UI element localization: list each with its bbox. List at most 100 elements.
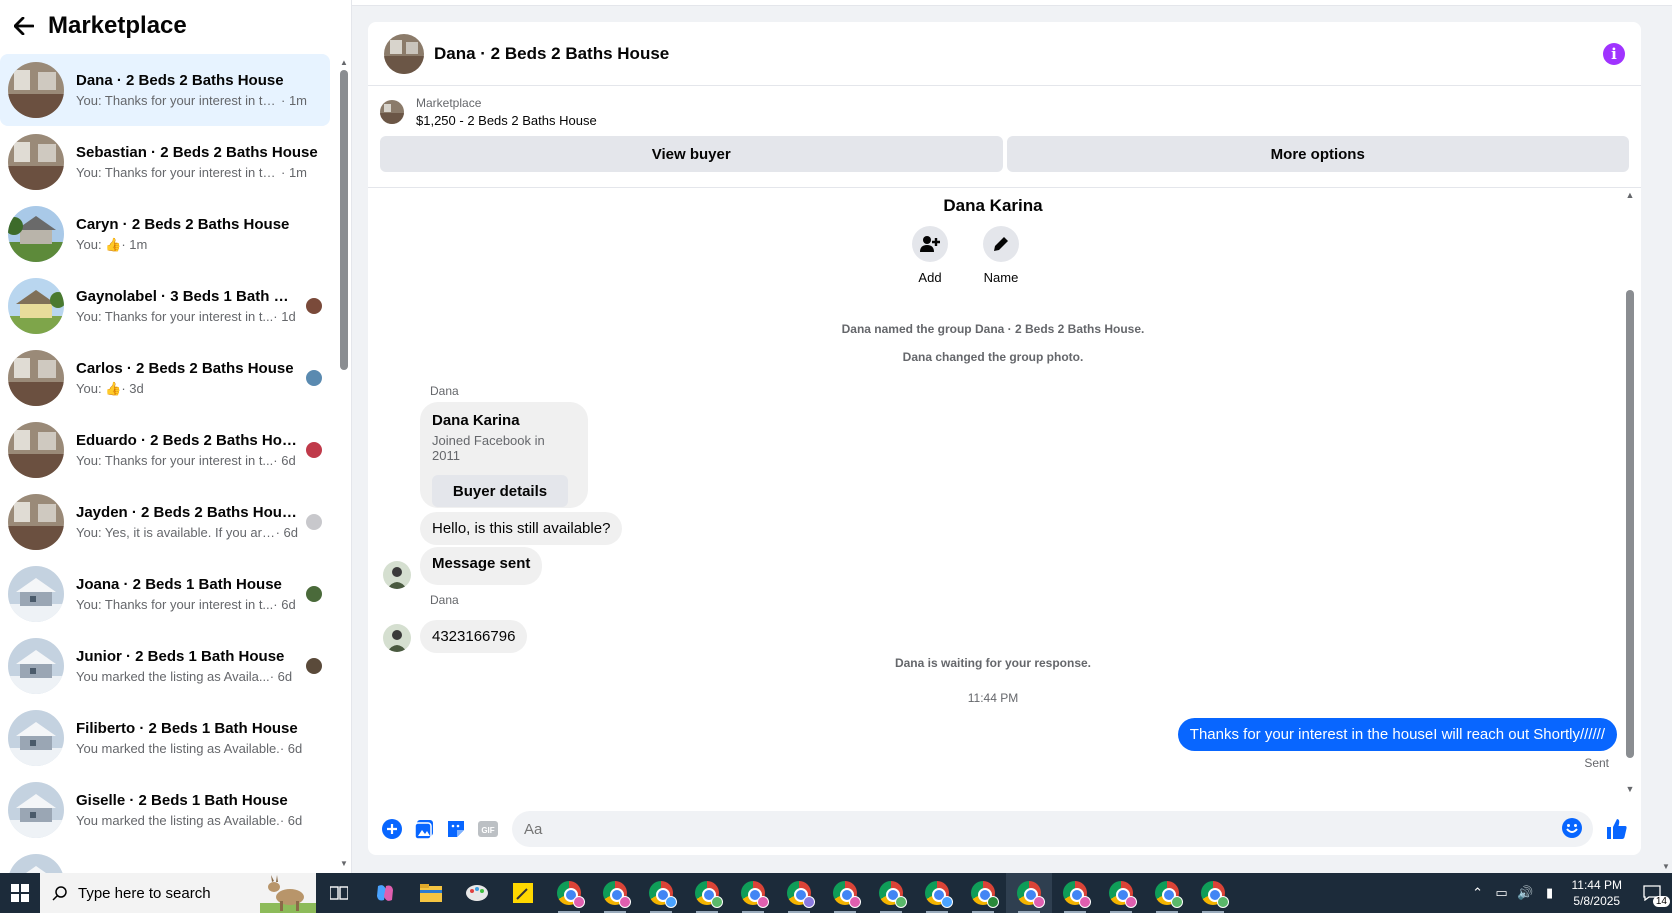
paint-icon[interactable] [454, 873, 500, 913]
listing-thumbnail[interactable] [380, 100, 404, 124]
info-icon[interactable]: i [1603, 42, 1625, 65]
sender-avatar[interactable] [383, 624, 411, 652]
scroll-thumb[interactable] [1626, 290, 1634, 758]
task-view-icon[interactable] [316, 873, 362, 913]
message-input[interactable] [524, 820, 1561, 838]
chrome-window-icon[interactable] [684, 873, 730, 913]
chat-header: Dana · 2 Beds 2 Baths House i [368, 22, 1641, 86]
scroll-thumb[interactable] [340, 70, 348, 370]
chrome-window-icon[interactable] [822, 873, 868, 913]
notification-count: 14 [1652, 896, 1670, 907]
conversation-item[interactable]: Joana · 2 Beds 1 Bath House You: Thanks f… [0, 558, 330, 630]
incoming-message[interactable]: Message sent [420, 547, 543, 585]
sender-label: Dana [430, 593, 459, 607]
conversation-item[interactable]: Junior · 2 Beds 1 Bath House You marked t… [0, 630, 330, 702]
chrome-window-icon[interactable] [960, 873, 1006, 913]
sender-avatar[interactable] [383, 561, 411, 589]
notification-button[interactable]: 14 [1632, 873, 1672, 913]
chrome-window-icon[interactable] [1144, 873, 1190, 913]
message-input-wrapper [512, 811, 1593, 847]
view-buyer-button[interactable]: View buyer [380, 136, 1003, 172]
plus-icon[interactable] [379, 816, 405, 842]
clock-date: 5/8/2025 [1573, 894, 1621, 908]
conversation-item[interactable]: Filiberto · 2 Beds 1 Bath House You marke… [0, 702, 330, 774]
photo-icon[interactable] [411, 816, 437, 842]
chrome-window-icon[interactable] [914, 873, 960, 913]
chrome-window-icon[interactable] [592, 873, 638, 913]
chrome-window-icon[interactable] [546, 873, 592, 913]
seen-avatar [306, 370, 322, 386]
like-icon[interactable] [1604, 816, 1630, 842]
conversation-item[interactable]: Jessamyn · 2 Beds 1 Bath House [0, 846, 330, 873]
scroll-down-icon[interactable]: ▼ [1625, 784, 1635, 794]
more-options-button[interactable]: More options [1006, 136, 1629, 172]
sticky-notes-icon[interactable] [500, 873, 546, 913]
system-message: Dana named the group Dana · 2 Beds 2 Bat… [841, 322, 1145, 336]
buyer-details-button[interactable]: Buyer details [432, 475, 568, 507]
conversation-item[interactable]: Caryn · 2 Beds 2 Baths House You: 👍 · 1m [0, 198, 330, 270]
chrome-window-icon[interactable] [868, 873, 914, 913]
pencil-icon[interactable] [983, 226, 1019, 262]
listing-thumbnail [8, 782, 64, 838]
chevron-up-icon[interactable]: ⌃ [1466, 885, 1490, 901]
listing-description[interactable]: $1,250 - 2 Beds 2 Baths House [416, 113, 597, 128]
conversation-snippet: You: Thanks for your interest in t... [76, 453, 274, 468]
name-group-button[interactable]: Name [971, 226, 1031, 285]
emoji-icon[interactable] [1561, 817, 1585, 841]
conversation-item[interactable]: Carlos · 2 Beds 2 Baths House You: 👍 · 3d [0, 342, 330, 414]
taskbar-search[interactable]: Type here to search [40, 873, 316, 913]
start-button[interactable] [0, 873, 40, 913]
conversation-name: Carlos · 2 Beds 2 Baths House [76, 359, 294, 377]
conversation-name: Jayden · 2 Beds 2 Baths House [76, 504, 298, 521]
message-thread: Dana Karina Add Name Dana named the grou… [368, 188, 1641, 808]
chrome-window-icon[interactable] [1190, 873, 1236, 913]
scroll-up-icon[interactable]: ▲ [339, 58, 349, 67]
gif-icon[interactable]: GIF [475, 816, 501, 842]
clock[interactable]: 11:44 PM 5/8/2025 [1572, 877, 1622, 909]
conversation-snippet: You: Thanks for your interest in the... [76, 93, 281, 108]
page-scrollbar[interactable]: ▼ [1660, 0, 1672, 873]
conversation-item[interactable]: Gaynolabel · 3 Beds 1 Bath Ho... You: Tha… [0, 270, 330, 342]
conversation-snippet: You: 👍 [76, 236, 122, 252]
conversation-item[interactable]: Giselle · 2 Beds 1 Bath House You marked … [0, 774, 330, 846]
conversation-item[interactable]: Dana · 2 Beds 2 Baths House You: Thanks f… [0, 54, 330, 126]
sidebar-scrollbar[interactable]: ▲ ▼ [339, 58, 349, 868]
incoming-message[interactable]: 4323166796 [420, 620, 528, 653]
device-icon[interactable]: ▭ [1490, 885, 1514, 901]
profile-name: Dana Karina [943, 196, 1043, 215]
network-icon[interactable]: ▮ [1538, 885, 1562, 901]
message-scrollbar[interactable]: ▲ ▼ [1625, 188, 1635, 798]
incoming-message[interactable]: Hello, is this still available? [420, 512, 623, 545]
conversation-item[interactable]: Jayden · 2 Beds 2 Baths House You: Yes, i… [0, 486, 330, 558]
add-label: Add [918, 270, 942, 285]
chrome-window-icon[interactable] [1052, 873, 1098, 913]
listing-thumbnail [8, 62, 64, 118]
scroll-down-icon[interactable]: ▼ [1660, 862, 1672, 871]
file-explorer-icon[interactable] [408, 873, 454, 913]
conversation-item[interactable]: Eduardo · 2 Beds 2 Baths House You: Thank… [0, 414, 330, 486]
copilot-icon[interactable] [362, 873, 408, 913]
scroll-down-icon[interactable]: ▼ [339, 859, 349, 868]
windows-taskbar: Type here to search ⌃ ▭ 🔊 ▮ 11:44 PM 5/8… [0, 873, 1672, 913]
add-person-icon[interactable] [912, 226, 948, 262]
back-arrow-icon[interactable] [12, 14, 36, 38]
volume-icon[interactable]: 🔊 [1514, 885, 1538, 901]
chrome-window-icon[interactable] [730, 873, 776, 913]
conversation-time: · 6d [269, 669, 293, 684]
conversation-item[interactable]: Sebastian · 2 Beds 2 Baths House You: Tha… [0, 126, 330, 198]
chrome-window-icon[interactable] [638, 873, 684, 913]
add-person-button[interactable]: Add [900, 226, 960, 285]
listing-thumbnail [8, 278, 64, 334]
conversation-name: Giselle · 2 Beds 1 Bath House [76, 792, 288, 809]
sticker-icon[interactable] [443, 816, 469, 842]
scroll-up-icon[interactable]: ▲ [1625, 190, 1635, 200]
chrome-window-icon[interactable] [1098, 873, 1144, 913]
outgoing-message[interactable]: Thanks for your interest in the houseI w… [1177, 718, 1617, 751]
taskbar-search-placeholder: Type here to search [78, 884, 211, 902]
conversation-snippet: You marked the listing as Available. [76, 741, 280, 756]
group-photo[interactable] [384, 33, 424, 74]
conversation-time: · 6d [275, 525, 298, 540]
chrome-window-icon[interactable] [1006, 873, 1052, 913]
conversation-time: · 1m [281, 93, 307, 108]
chrome-window-icon[interactable] [776, 873, 822, 913]
